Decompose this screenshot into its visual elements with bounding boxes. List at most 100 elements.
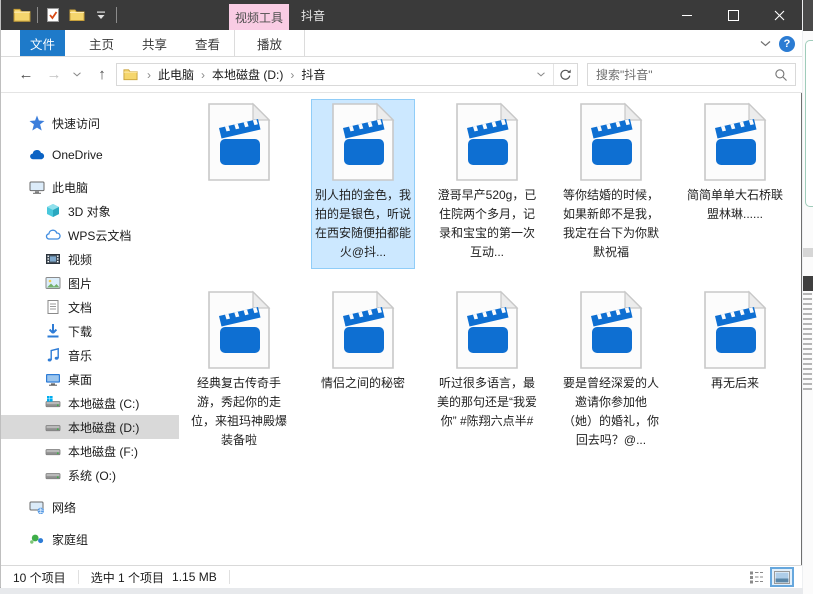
sidebar-item-quick-access[interactable]: 快速访问 [1, 111, 179, 135]
file-item-10[interactable]: 再无后来 [683, 287, 787, 457]
properties-icon[interactable] [44, 6, 62, 24]
sidebar-item-drive-c[interactable]: 本地磁盘 (C:) [1, 391, 179, 415]
contextual-tab-video-tools[interactable]: 视频工具 [229, 4, 289, 30]
app-folder-icon [13, 6, 31, 24]
download-arrow-icon [45, 323, 61, 339]
sidebar-label: 本地磁盘 (D:) [68, 419, 139, 436]
file-item-3[interactable]: 澄哥早产520g，已住院两个多月，记录和宝宝的第一次互动... [435, 99, 539, 269]
close-icon [774, 10, 785, 21]
address-dropdown-chevron-icon[interactable] [529, 72, 553, 77]
window-title: 抖音 [301, 0, 325, 30]
sidebar-item-drive-d[interactable]: 本地磁盘 (D:) [1, 415, 179, 439]
file-item-8[interactable]: 听过很多语言，最美的那句还是“我爱你” #陈翔六点半# [435, 287, 539, 457]
file-label: 经典复古传奇手游，秀起你的走位，来祖玛神殿爆装备啦 [189, 374, 289, 450]
sidebar-item-music[interactable]: 音乐 [1, 343, 179, 367]
address-bar[interactable]: › 此电脑 › 本地磁盘 (D:) › 抖音 [116, 63, 578, 86]
close-button[interactable] [756, 0, 802, 30]
recent-locations-chevron-icon[interactable] [73, 72, 83, 77]
video-file-icon [331, 290, 395, 370]
selection-count: 选中 1 个项目 [85, 569, 170, 586]
sidebar-item-drive-f[interactable]: 本地磁盘 (F:) [1, 439, 179, 463]
sidebar-label: 下载 [68, 323, 92, 340]
sidebar-label: 本地磁盘 (F:) [68, 443, 138, 460]
maximize-button[interactable] [710, 0, 756, 30]
sidebar-item-drive-o[interactable]: 系统 (O:) [1, 463, 179, 487]
sidebar-item-network[interactable]: 网络 [1, 495, 179, 519]
explorer-window: 视频工具 抖音 文件 主页 共享 查看 播放 ? ← → [0, 0, 802, 588]
title-bar: 视频工具 抖音 [1, 0, 802, 30]
sidebar-item-homegroup[interactable]: 家庭组 [1, 527, 179, 551]
sidebar-item-pictures[interactable]: 图片 [1, 271, 179, 295]
file-item-7[interactable]: 情侣之间的秘密 [311, 287, 415, 457]
file-item-5[interactable]: 简简单单大石桥联盟林琳...... [683, 99, 787, 269]
new-folder-icon[interactable] [68, 6, 86, 24]
sidebar-label: 文档 [68, 299, 92, 316]
breadcrumb-drive-d[interactable]: 本地磁盘 (D:) [208, 66, 287, 83]
ribbon-tab-bar: 文件 主页 共享 查看 播放 [1, 30, 802, 57]
thumbnail-view-icon [774, 571, 790, 584]
sidebar-item-videos[interactable]: 视频 [1, 247, 179, 271]
up-button[interactable]: ↑ [93, 66, 111, 83]
wps-cloud-icon [45, 227, 61, 243]
breadcrumb-separator: › [198, 68, 208, 82]
file-item-9[interactable]: 要是曾经深爱的人邀请你参加他（她）的婚礼，你回去吗？@... [559, 287, 663, 457]
sidebar-item-downloads[interactable]: 下载 [1, 319, 179, 343]
sidebar-item-onedrive[interactable]: OneDrive [1, 143, 179, 167]
toolbar-separator [37, 7, 38, 23]
desktop-icon [45, 371, 61, 387]
sidebar-label: 系统 (O:) [68, 467, 116, 484]
video-file-icon [579, 290, 643, 370]
status-separator [229, 570, 230, 584]
video-file-icon [207, 102, 271, 182]
sidebar-label: 本地磁盘 (C:) [68, 395, 139, 412]
sidebar-item-wps-cloud[interactable]: WPS云文档 [1, 223, 179, 247]
navigation-pane: 快速访问 OneDrive 此电脑 3D 对象 [1, 93, 179, 565]
file-label: 听过很多语言，最美的那句还是“我爱你” #陈翔六点半# [437, 374, 537, 431]
help-icon[interactable]: ? [779, 36, 795, 52]
sidebar-label: 家庭组 [52, 531, 88, 548]
sidebar-label: 此电脑 [52, 179, 88, 196]
forward-button[interactable]: → [45, 66, 63, 83]
ribbon-collapse-chevron-icon[interactable] [760, 40, 771, 47]
file-item-1[interactable] [187, 99, 291, 269]
video-file-icon [703, 102, 767, 182]
file-label: 等你结婚的时候，如果新郎不是我，我定在台下为你默默祝福 [561, 186, 661, 262]
music-note-icon [45, 347, 61, 363]
refresh-button[interactable] [553, 64, 577, 85]
file-label: 情侣之间的秘密 [313, 374, 413, 393]
sidebar-item-desktop[interactable]: 桌面 [1, 367, 179, 391]
tab-share[interactable]: 共享 [128, 30, 181, 56]
file-item-6[interactable]: 经典复古传奇手游，秀起你的走位，来祖玛神殿爆装备啦 [187, 287, 291, 457]
tab-play[interactable]: 播放 [235, 30, 304, 56]
tab-home[interactable]: 主页 [75, 30, 128, 56]
drive-icon [45, 419, 61, 435]
sidebar-label: 音乐 [68, 347, 92, 364]
background-bottom-strip [0, 588, 803, 594]
tab-file[interactable]: 文件 [20, 30, 65, 56]
details-view-button[interactable] [744, 567, 768, 587]
maximize-icon [728, 10, 739, 21]
sidebar-item-3d-objects[interactable]: 3D 对象 [1, 199, 179, 223]
back-button[interactable]: ← [17, 66, 35, 83]
large-icons-view-button[interactable] [770, 567, 794, 587]
sidebar-item-documents[interactable]: 文档 [1, 295, 179, 319]
tab-view[interactable]: 查看 [181, 30, 234, 56]
system-drive-icon [45, 395, 61, 411]
sidebar-label: 网络 [52, 499, 76, 516]
search-input[interactable] [588, 68, 774, 82]
selection-size: 1.15 MB [170, 570, 223, 584]
homegroup-icon [29, 531, 45, 547]
breadcrumb-douyin[interactable]: 抖音 [297, 66, 329, 83]
breadcrumb-this-pc[interactable]: 此电脑 [154, 66, 198, 83]
file-label: 别人拍的金色，我拍的是银色，听说在西安随便拍都能火@抖... [313, 186, 413, 262]
tab-group-separator [304, 30, 305, 56]
minimize-button[interactable] [664, 0, 710, 30]
sidebar-item-this-pc[interactable]: 此电脑 [1, 175, 179, 199]
search-icon[interactable] [774, 68, 788, 82]
file-item-4[interactable]: 等你结婚的时候，如果新郎不是我，我定在台下为你默默祝福 [559, 99, 663, 269]
customize-toolbar-dropdown-icon[interactable] [92, 6, 110, 24]
file-item-2-selected[interactable]: 别人拍的金色，我拍的是银色，听说在西安随便拍都能火@抖... [311, 99, 415, 269]
computer-icon [29, 179, 45, 195]
address-folder-icon [123, 67, 138, 82]
sidebar-label: 图片 [68, 275, 92, 292]
